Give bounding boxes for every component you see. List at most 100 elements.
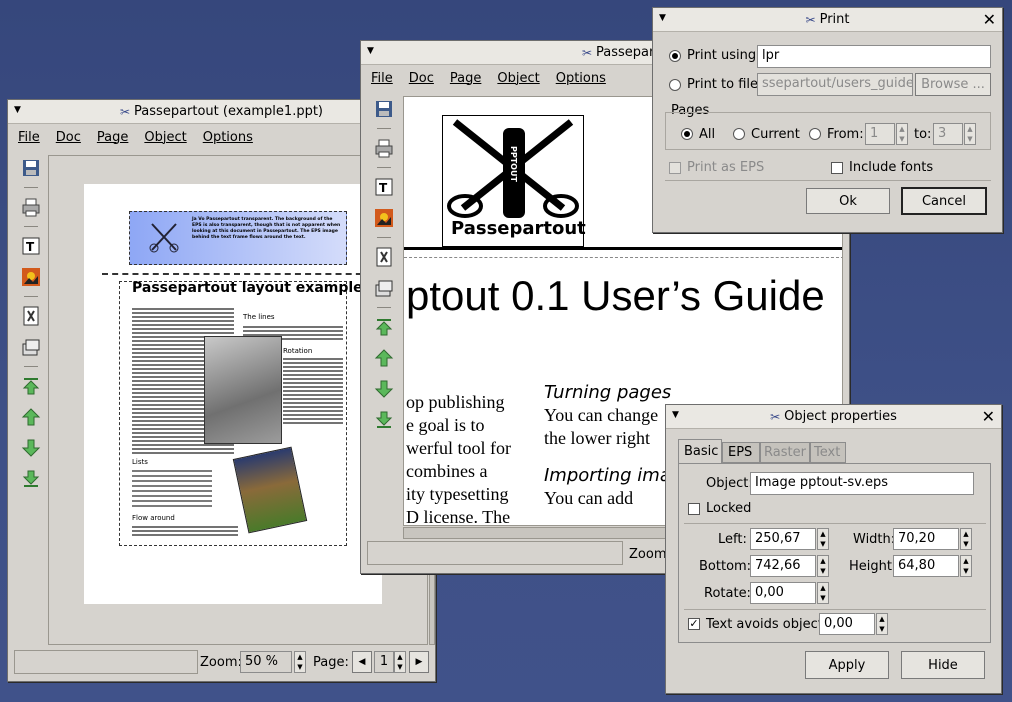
streams-icon[interactable] <box>372 276 396 300</box>
football-image[interactable] <box>232 446 308 534</box>
browse-button[interactable]: Browse ... <box>915 73 991 96</box>
menu-page[interactable]: Page <box>97 130 128 145</box>
bottom-spinner[interactable]: ▲ ▼ <box>817 555 829 577</box>
rotate-input[interactable]: 0,00 <box>750 582 816 604</box>
window-menu-icon-4[interactable]: ▼ <box>672 410 679 420</box>
print-icon[interactable] <box>19 195 43 219</box>
print-command-input[interactable]: lpr <box>757 45 991 68</box>
to-page-input[interactable]: 3 <box>933 123 963 145</box>
text-frame-icon[interactable]: T <box>19 234 43 258</box>
page-prev-button[interactable]: ◀ <box>352 651 372 673</box>
properties-icon[interactable] <box>19 304 43 328</box>
prev-page-icon[interactable] <box>19 405 43 429</box>
tab-text[interactable]: Text <box>810 442 846 463</box>
pages-from-radio[interactable] <box>809 128 821 140</box>
close-icon[interactable]: ✕ <box>982 407 995 426</box>
main-text-frame[interactable]: Passepartout layout example The lines Ro… <box>119 280 363 546</box>
locked-checkbox[interactable] <box>688 503 700 515</box>
props-titlebar[interactable]: ▼ ✂ Object properties ✕ <box>666 405 1001 429</box>
logo-frame[interactable]: PPTOUT Passepartout <box>442 115 586 247</box>
from-page-spinner[interactable]: ▲ ▼ <box>896 123 908 145</box>
print-icon[interactable] <box>372 136 396 160</box>
properties-icon[interactable] <box>372 245 396 269</box>
page-spinner[interactable]: ▲ ▼ <box>394 651 406 673</box>
window-menu-icon-3[interactable]: ▼ <box>659 13 666 23</box>
text-avoids-checkbox[interactable]: ✓ <box>688 618 700 630</box>
height-input[interactable]: 64,80 <box>893 555 959 577</box>
streams-icon[interactable] <box>19 335 43 359</box>
lists-text <box>132 467 212 507</box>
logo-text: Passepartout <box>451 218 586 239</box>
next-page-icon[interactable] <box>19 436 43 460</box>
menu-options[interactable]: Options <box>203 130 253 145</box>
height-spinner[interactable]: ▲ ▼ <box>960 555 972 577</box>
bottom-label: Bottom: <box>699 559 752 574</box>
body-line: op publishing <box>406 392 505 412</box>
menu-options-2[interactable]: Options <box>556 71 606 86</box>
cancel-button[interactable]: Cancel <box>901 187 987 215</box>
menu-file[interactable]: File <box>18 130 40 145</box>
toolbar-2: T <box>369 97 399 432</box>
first-page-icon[interactable] <box>19 374 43 398</box>
window-menu-icon[interactable]: ▼ <box>14 105 21 115</box>
print-file-input[interactable]: ssepartout/users_guide.ps <box>757 73 913 96</box>
first-page-icon[interactable] <box>372 315 396 339</box>
bottom-input[interactable]: 742,66 <box>750 555 816 577</box>
next-page-icon[interactable] <box>372 377 396 401</box>
rotate-spinner[interactable]: ▲ ▼ <box>817 582 829 604</box>
print-titlebar[interactable]: ▼ ✂ Print ✕ <box>653 8 1002 32</box>
menu-object-2[interactable]: Object <box>497 71 539 86</box>
object-name-input[interactable]: Image pptout-sv.eps <box>750 472 974 495</box>
ostrich-image[interactable] <box>204 336 282 444</box>
banner-text: Ja Vo Passepartout transparent. The back… <box>192 217 341 240</box>
props-title: Object properties <box>784 409 897 424</box>
zoom-spinner[interactable]: ▲ ▼ <box>294 651 306 673</box>
tab-raster[interactable]: Raster <box>760 442 810 463</box>
svg-text:T: T <box>26 240 35 254</box>
zoom-field[interactable]: 50 % <box>240 651 292 673</box>
menu-object[interactable]: Object <box>144 130 186 145</box>
page-field[interactable]: 1 <box>374 651 394 673</box>
left-input[interactable]: 250,67 <box>750 528 816 550</box>
last-page-icon[interactable] <box>372 408 396 432</box>
include-fonts-checkbox[interactable] <box>831 162 843 174</box>
flow-text <box>132 524 238 538</box>
ok-button[interactable]: Ok <box>806 188 890 214</box>
pages-all-radio[interactable] <box>681 128 693 140</box>
apply-button[interactable]: Apply <box>805 651 889 679</box>
object-properties-dialog: ▼ ✂ Object properties ✕ Basic EPS Raster … <box>665 404 1002 694</box>
text-frame-icon[interactable]: T <box>372 175 396 199</box>
page-next-button[interactable]: ▶ <box>409 651 429 673</box>
prev-page-icon[interactable] <box>372 346 396 370</box>
tab-eps[interactable]: EPS <box>722 442 760 463</box>
pages-current-radio[interactable] <box>733 128 745 140</box>
to-page-spinner[interactable]: ▲ ▼ <box>964 123 976 145</box>
text-avoids-spinner[interactable]: ▲ ▼ <box>876 613 888 635</box>
logo-vertical-text: PPTOUT <box>509 146 518 182</box>
image-frame-icon[interactable] <box>372 206 396 230</box>
menu-doc[interactable]: Doc <box>56 130 81 145</box>
banner-frame[interactable]: Ja Vo Passepartout transparent. The back… <box>129 211 347 265</box>
window-menu-icon-2[interactable]: ▼ <box>367 46 374 56</box>
body-line: the lower right <box>544 428 650 448</box>
width-input[interactable]: 70,20 <box>893 528 959 550</box>
menu-file-2[interactable]: File <box>371 71 393 86</box>
from-page-input[interactable]: 1 <box>865 123 895 145</box>
last-page-icon[interactable] <box>19 467 43 491</box>
print-to-file-radio[interactable] <box>669 79 681 91</box>
menu-doc-2[interactable]: Doc <box>409 71 434 86</box>
hide-button[interactable]: Hide <box>901 651 985 679</box>
width-spinner[interactable]: ▲ ▼ <box>960 528 972 550</box>
document-page: Ja Vo Passepartout transparent. The back… <box>84 184 382 604</box>
print-using-radio[interactable] <box>669 50 681 62</box>
close-icon[interactable]: ✕ <box>983 10 996 29</box>
text-avoids-input[interactable]: 0,00 <box>819 613 875 635</box>
image-frame-icon[interactable] <box>19 265 43 289</box>
save-icon[interactable] <box>19 156 43 180</box>
tab-basic[interactable]: Basic <box>678 439 722 463</box>
save-icon[interactable] <box>372 97 396 121</box>
print-as-eps-checkbox[interactable] <box>669 162 681 174</box>
left-spinner[interactable]: ▲ ▼ <box>817 528 829 550</box>
menu-page-2[interactable]: Page <box>450 71 481 86</box>
pages-to-label: to: <box>914 127 932 142</box>
